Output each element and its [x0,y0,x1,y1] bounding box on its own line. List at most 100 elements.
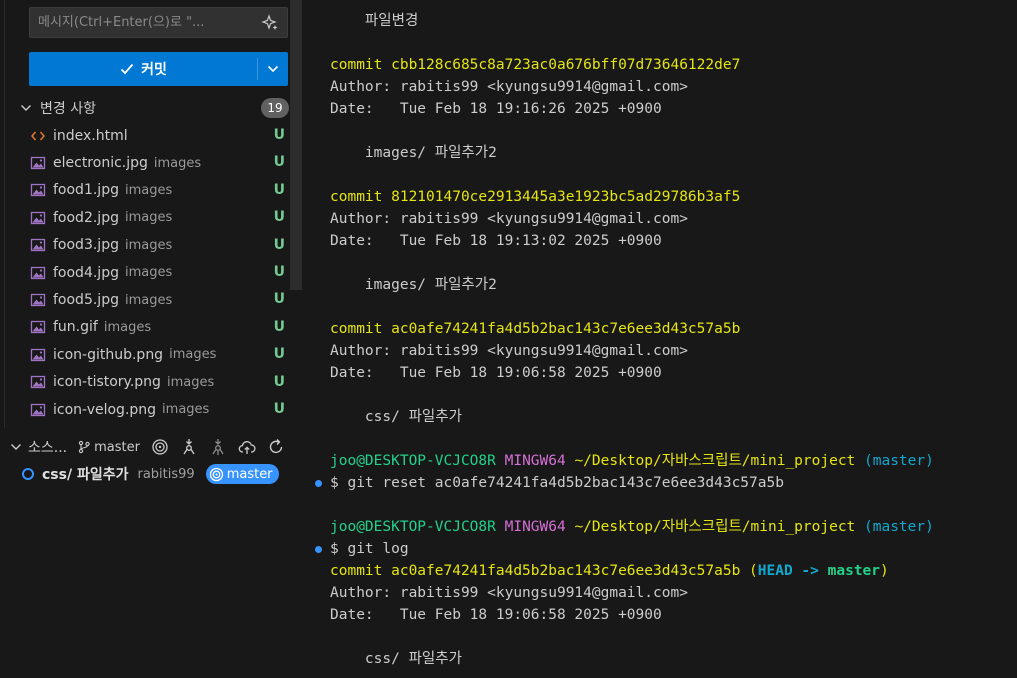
terminal-line: Date: Tue Feb 18 19:16:26 2025 +0900 [330,101,662,117]
prompt-user: joo@DESKTOP-VCJCO8R [330,453,496,469]
file-name: food3.jpg [53,237,119,254]
commit-hash: commit 812101470ce2913445a3e1923bc5ad297… [330,189,741,205]
terminal-line: Author: rabitis99 <kyungsu9914@gmail.com… [330,211,688,227]
file-directory: images [124,237,173,253]
chevron-down-icon [11,444,21,450]
target-icon [209,467,223,481]
html-icon [30,128,46,144]
file-name: index.html [53,127,128,144]
image-icon [30,319,46,335]
image-icon [30,347,46,363]
file-status-badge: U [273,400,285,417]
file-status-badge: U [273,263,285,280]
commit-button[interactable]: 커밋 [29,52,288,86]
commit-dropdown-button[interactable] [258,52,288,86]
ref-paren: ( [749,563,758,579]
file-item[interactable]: electronic.jpg images U [0,149,290,176]
file-status-badge: U [273,291,285,308]
command-decoration-icon [315,480,322,487]
terminal-panel[interactable]: 파일변경 commit cbb128c685c8a723ac0a676bff07d… [305,0,1017,678]
branch-badge-label: master [226,466,273,482]
graph-commit-row[interactable]: css/ 파일추가 rabitis99 master [0,461,305,487]
file-directory: images [124,292,173,308]
graph-section-header[interactable]: 소스... master [0,434,305,460]
commit-message-input[interactable] [30,8,255,37]
terminal-line: $ git reset ac0afe74241fa4d5b2bac143c7e6… [330,475,784,491]
chevron-down-icon [21,105,31,111]
file-status-badge: U [273,236,285,253]
image-icon [30,402,46,418]
file-item[interactable]: food1.jpg images U [0,177,290,204]
file-status-badge: U [273,154,285,171]
branch-ref: master [827,563,881,579]
ref-paren: ) [880,563,889,579]
prompt-path: ~/Desktop/자바스크립트/mini_project [574,519,856,535]
pull-icon[interactable] [209,438,227,456]
image-icon [30,265,46,281]
file-name: food5.jpg [53,292,119,309]
file-name: icon-tistory.png [53,374,161,391]
file-item[interactable]: food2.jpg images U [0,204,290,231]
file-item[interactable]: icon-velog.png images U [0,396,290,423]
file-status-badge: U [273,373,285,390]
file-item[interactable]: food5.jpg images U [0,286,290,313]
file-item[interactable]: food4.jpg images U [0,259,290,286]
terminal-line: Author: rabitis99 <kyungsu9914@gmail.com… [330,79,688,95]
file-item[interactable]: icon-github.png images U [0,341,290,368]
terminal-line: joo@DESKTOP-VCJCO8R MINGW64 ~/Desktop/자바… [330,516,934,538]
commit-message-box[interactable] [29,7,288,38]
file-name: icon-github.png [53,346,164,363]
terminal-line: joo@DESKTOP-VCJCO8R MINGW64 ~/Desktop/자바… [330,450,934,472]
graph-commit-message: css/ 파일추가 [42,467,129,483]
file-directory: images [124,210,173,226]
terminal-line: images/ 파일추가2 [330,145,497,161]
sparkle-icon[interactable] [261,14,279,32]
fetch-icon[interactable] [180,438,198,456]
file-status-badge: U [273,346,285,363]
terminal-line: commit ac0afe74241fa4d5b2bac143c7e6ee3d4… [330,560,889,582]
commit-main-action[interactable]: 커밋 [29,52,257,86]
cloud-upload-icon[interactable] [238,438,256,456]
commit-hash: commit ac0afe74241fa4d5b2bac143c7e6ee3d4… [330,563,741,579]
file-item[interactable]: fun.gif images U [0,314,290,341]
terminal-line: Author: rabitis99 <kyungsu9914@gmail.com… [330,343,688,359]
chevron-down-icon [267,65,279,73]
branch-badge: master [205,464,279,484]
file-item[interactable]: index.html U [0,122,290,149]
target-icon[interactable] [151,438,169,456]
terminal-line: Date: Tue Feb 18 19:06:58 2025 +0900 [330,365,662,381]
prompt-shell: MINGW64 [504,453,566,469]
image-icon [30,374,46,390]
image-icon [30,292,46,308]
file-directory: images [124,265,173,281]
terminal-line: Date: Tue Feb 18 19:13:02 2025 +0900 [330,233,662,249]
file-item[interactable]: food3.jpg images U [0,232,290,259]
terminal-line: commit cbb128c685c8a723ac0a676bff07d7364… [330,54,740,76]
file-status-badge: U [273,181,285,198]
changes-section-header[interactable]: 변경 사항 19 [0,96,290,120]
terminal-line: Author: rabitis99 <kyungsu9914@gmail.com… [330,585,688,601]
source-control-panel: 커밋 변경 사항 19 index.html Uelectronic.jpg ima… [0,0,305,678]
prompt-path: ~/Desktop/자바스크립트/mini_project [574,453,856,469]
scrollbar-thumb[interactable] [290,0,302,290]
file-status-badge: U [273,209,285,226]
file-name: food2.jpg [53,209,119,226]
prompt-shell: MINGW64 [504,519,566,535]
terminal-line: css/ 파일추가 [330,651,462,667]
graph-commit-author: rabitis99 [137,466,195,482]
graph-branch-picker[interactable]: master [77,440,140,455]
ref-arrow: -> [792,563,828,579]
terminal-line: Date: Tue Feb 18 19:06:58 2025 +0900 [330,607,662,623]
changes-file-list: index.html Uelectronic.jpg images Ufood1.jp… [0,122,290,423]
file-status-badge: U [273,318,285,335]
commit-hash: commit cbb128c685c8a723ac0a676bff07d7364… [330,57,741,73]
file-name: food1.jpg [53,182,119,199]
refresh-icon[interactable] [267,438,285,456]
prompt-user: joo@DESKTOP-VCJCO8R [330,519,496,535]
changes-title: 변경 사항 [40,101,96,117]
file-name: electronic.jpg [53,155,148,172]
head-ref: HEAD [757,563,793,579]
graph-title: 소스... [28,440,68,456]
file-item[interactable]: icon-tistory.png images U [0,369,290,396]
commit-node-icon [22,468,34,480]
